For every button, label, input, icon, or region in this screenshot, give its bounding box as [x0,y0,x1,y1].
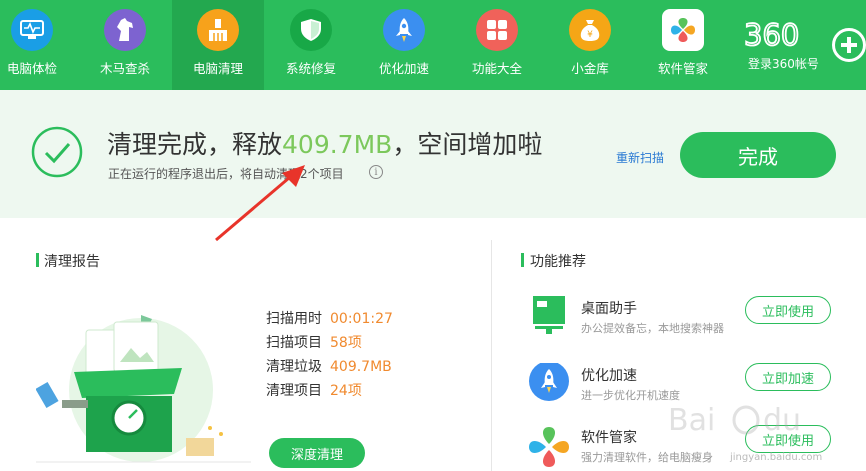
rescan-link[interactable]: 重新扫描 [616,149,664,166]
optimize-now-button[interactable]: 立即加速 [745,363,831,391]
svg-text:du: du [763,403,801,438]
report-title: 清理报告 [44,254,100,270]
app-store-icon [662,9,704,51]
stat-label: 清理项目 [266,383,322,399]
rocket-icon [529,363,569,401]
nav-label: 优化加速 [378,61,429,76]
cleaning-machine-illustration [36,315,251,463]
nav-item-optimize[interactable]: 优化加速 [358,0,450,90]
use-desktop-assistant-button[interactable]: 立即使用 [745,296,831,324]
nav-label: 电脑体检 [6,61,57,76]
plus-icon[interactable] [832,28,866,62]
stat-label: 扫描项目 [266,335,322,351]
freed-size-value: 409.7MB [282,130,393,159]
nav-item-treasury[interactable]: ¥ 小金库 [544,0,636,90]
recommend-desc: 进一步优化开机速度 [581,389,680,402]
watermark-url: jingyan.baidu.com [730,452,823,463]
nav-label: 软件管家 [657,61,708,76]
svg-text:Bai: Bai [668,403,715,438]
nav-label: 电脑清理 [192,61,243,76]
app-store-icon [529,427,569,467]
recommend-title: 功能推荐 [530,254,586,270]
result-title: 清理完成，释放409.7MB，空间增加啦 [107,125,542,161]
broom-icon [197,9,239,51]
stat-row: 扫描用时 00:01:27 [266,308,393,328]
done-button[interactable]: 完成 [680,132,836,178]
deep-clean-button[interactable]: 深度清理 [269,438,365,468]
stat-row: 扫描项目 58项 [266,332,362,352]
monitor-pulse-icon [11,9,53,51]
info-icon[interactable]: i [369,165,383,179]
nav-item-system-repair[interactable]: 系统修复 [265,0,357,90]
recommend-desc: 办公提效备忘，本地搜索神器 [581,322,724,335]
grid-icon [476,9,518,51]
horse-icon [104,9,146,51]
nav-item-software-manager[interactable]: 软件管家 [637,0,729,90]
result-title-text: ，空间增加啦 [392,130,543,159]
top-nav-bar: 电脑体检 木马查杀 电脑清理 系统修复 优化加速 功能大全 ¥ 小金库 软件管家… [0,0,866,90]
stat-label: 扫描用时 [266,311,322,327]
recommend-name: 优化加速 [581,368,637,384]
nav-item-trojan-scan[interactable]: 木马查杀 [79,0,171,90]
stat-value: 58项 [330,335,362,351]
recommend-name: 软件管家 [581,430,637,446]
nav-label: 木马查杀 [99,61,150,76]
stat-label: 清理垃圾 [266,359,322,375]
money-bag-icon: ¥ [569,9,611,51]
result-title-text: 清理完成，释放 [107,130,283,159]
stat-value: 00:01:27 [330,311,393,327]
stat-value: 409.7MB [330,359,392,375]
desktop-assistant-icon [533,296,565,334]
svg-text:¥: ¥ [587,30,593,40]
login-account-link[interactable]: 登录360帐号 [748,55,819,72]
shield-icon [290,9,332,51]
stat-row: 清理垃圾 409.7MB [266,356,392,376]
360-logo: 360 [744,20,800,50]
section-marker [36,253,39,267]
nav-label: 功能大全 [471,61,522,76]
stat-value: 24项 [330,383,362,399]
annotation-arrow-icon [215,165,305,242]
rocket-icon [383,9,425,51]
stat-row: 清理项目 24项 [266,380,362,400]
nav-item-all-features[interactable]: 功能大全 [451,0,543,90]
recommend-name: 桌面助手 [581,301,637,317]
nav-label: 系统修复 [285,61,336,76]
recommend-item: 桌面助手 办公提效备忘，本地搜索神器 立即使用 [527,296,866,356]
section-divider [491,240,492,471]
nav-item-pc-clean[interactable]: 电脑清理 [172,0,264,90]
nav-item-pc-checkup[interactable]: 电脑体检 [0,0,78,90]
section-marker [521,253,524,267]
svg-text:360: 360 [744,20,799,50]
nav-label: 小金库 [571,61,609,76]
check-circle-icon [31,126,83,178]
